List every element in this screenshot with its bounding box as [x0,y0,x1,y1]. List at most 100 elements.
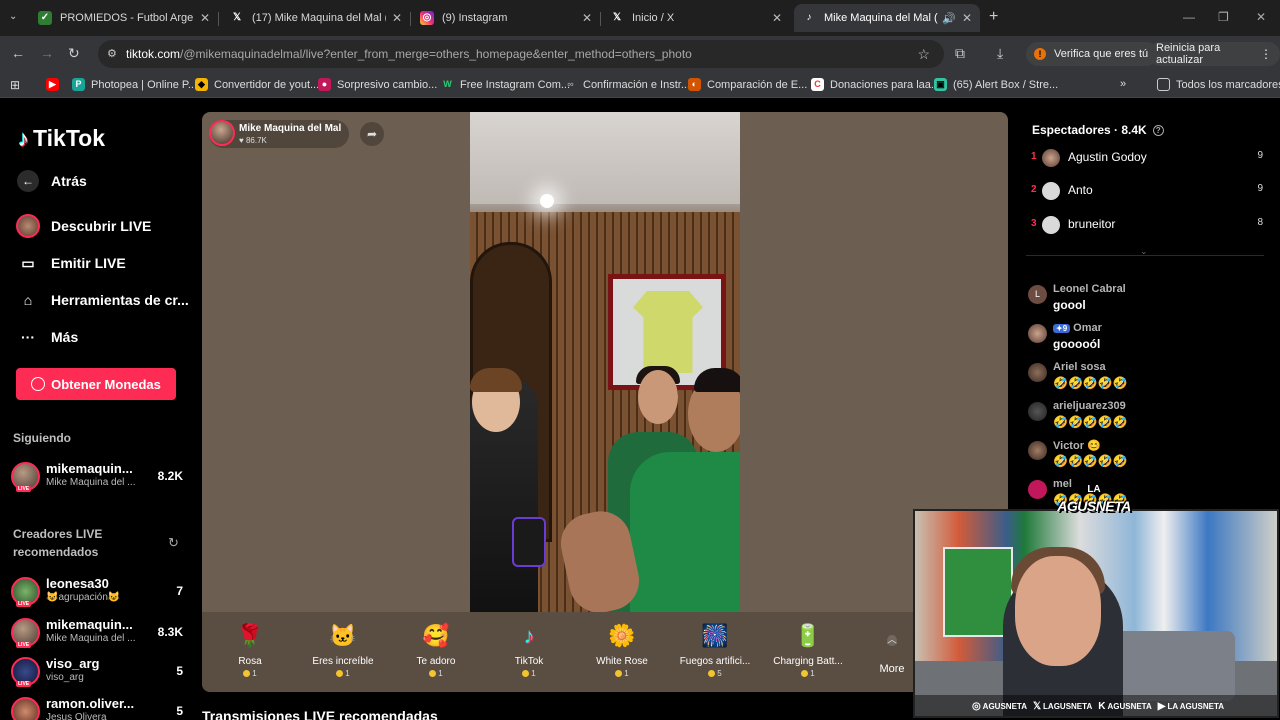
apps-grid-icon[interactable]: ⊞ [10,78,20,92]
top-viewer[interactable]: 2 Anto 9 [1031,180,1263,202]
nav-go-live[interactable]: ▭ Emitir LIVE [16,251,126,275]
nav-label: Herramientas de cr... [51,292,189,308]
close-icon[interactable]: ✕ [772,11,782,25]
bookmark-comparacion[interactable]: ◐ Comparación de E... [688,78,807,91]
top-viewer[interactable]: 1 Agustin Godoy 9 [1031,147,1263,169]
forward-icon[interactable]: → [40,45,54,61]
bookmark-donaciones[interactable]: C Donaciones para laa... [811,78,940,91]
chat-user[interactable]: arieljuarez309 [1053,400,1126,412]
recommended-item[interactable]: LIVE mikemaquin... Mike Maquina del ... … [11,616,183,650]
recommended-item[interactable]: LIVE ramon.oliver... Jesus Olivera 5 [11,695,183,720]
gift-white-rose[interactable]: 🌼 White Rose 1 [579,620,665,678]
chat-text: gooooól [1053,337,1101,351]
more-gifts-button[interactable]: ︿ More [874,630,910,675]
recommended-streams-heading: Transmisiones LIVE recomendadas [202,708,438,720]
new-tab-button[interactable]: + [989,8,998,26]
reload-icon[interactable]: ↻ [68,45,80,62]
restore-icon[interactable]: ❐ [1218,10,1229,24]
gift-eres-increible[interactable]: 🐱 Eres increíble 1 [300,620,386,678]
kick-icon: K AGUSNETA [1098,700,1152,712]
recommended-item[interactable]: LIVE viso_arg viso_arg 5 [11,655,183,689]
top-viewer[interactable]: 3 bruneitor 8 [1031,214,1263,236]
creator-name: leonesa30 [46,576,109,591]
bookmark-label: Todos los marcadores [1176,78,1280,91]
gift-cost: 1 [579,669,665,678]
close-icon[interactable]: ✕ [582,11,592,25]
close-icon[interactable]: ✕ [392,11,402,25]
instagram-icon: ◎ [420,11,434,25]
tab-x-mike[interactable]: 𝕏 (17) Mike Maquina del Mal (@m ✕ [222,4,410,32]
tab-title: (17) Mike Maquina del Mal (@m [252,12,386,24]
nav-creator-tools[interactable]: ⌂ Herramientas de cr... [16,288,189,312]
refresh-icon[interactable]: ↻ [168,535,179,551]
creator-sub: Mike Maquina del ... [46,633,136,644]
viewer-score: 9 [1257,183,1263,194]
tab-promiedos[interactable]: ✓ PROMIEDOS - Futbol Argentino ✕ [30,4,218,32]
nav-more[interactable]: ··· Más [16,325,78,349]
tab-instagram[interactable]: ◎ (9) Instagram ✕ [412,4,600,32]
live-video[interactable] [470,112,740,612]
gift-cost: 1 [393,669,479,678]
tiktok-logo-icon: ♪ [18,125,29,151]
back-arrow-icon: ← [16,169,40,193]
recommended-item[interactable]: LIVE leonesa30 😺agrupación😺 7 [11,575,183,609]
viewers-header[interactable]: Espectadores · 8.4K ? [1032,123,1164,137]
chat-user[interactable]: Victor 😊 [1053,439,1101,452]
close-window-icon[interactable]: ✕ [1256,10,1266,24]
avatar [1028,441,1047,460]
tab-tiktok-live[interactable]: ♪ Mike Maquina del Mal (@m 🔊 ✕ [794,4,980,32]
speaker-icon[interactable]: 🔊 [942,12,956,25]
gift-te-adoro[interactable]: 🥰 Te adoro 1 [393,620,479,678]
verify-button[interactable]: ! Verifica que eres tú [1026,42,1159,66]
minimize-icon[interactable]: — [1183,10,1195,24]
bookmark-youtube[interactable]: ▶ [46,78,65,91]
close-icon[interactable]: ✕ [200,11,210,25]
get-coins-button[interactable]: Obtener Monedas [16,368,176,400]
download-icon[interactable]: ⤓ [997,45,1003,62]
bookmark-confirmacion[interactable]: ∞ Confirmación e Instr... [564,78,690,91]
nav-label: Emitir LIVE [51,255,126,271]
chat-user[interactable]: Ariel sosa [1053,361,1106,373]
gift-fuegos[interactable]: 🎆 Fuegos artifici... 5 [672,620,758,678]
creator-sub: 😺agrupación😺 [46,592,121,603]
extensions-icon[interactable]: ⧉ [955,45,965,62]
nav-back[interactable]: ← Atrás [16,169,87,193]
tab-search-button[interactable]: ⌄ [9,11,17,22]
chat-text: 🤣🤣🤣🤣🤣 [1053,376,1128,390]
link-icon: ∞ [567,79,574,89]
gift-tiktok[interactable]: ♪ TikTok 1 [486,620,572,678]
chat-user[interactable]: ✦9 Omar [1053,322,1102,334]
all-bookmarks[interactable]: Todos los marcadores [1157,78,1280,91]
viewer-name: Agustin Godoy [1068,150,1147,164]
tab-x-home[interactable]: 𝕏 Inicio / X ✕ [602,4,790,32]
chat-user[interactable]: Leonel Cabral [1053,283,1126,295]
host-info[interactable]: Mike Maquina del Mal ♥ 86.7K [209,120,349,148]
back-icon[interactable]: ← [11,45,25,61]
menu-dots-icon[interactable]: ⋮ [1260,47,1272,61]
bookmark-photopea[interactable]: P Photopea | Online P... [72,78,197,91]
bookmark-label: Convertidor de yout... [214,78,320,91]
x-icon: 𝕏 [612,12,622,23]
address-bar[interactable]: ⚙ tiktok.com/@mikemaquinadelmal/live?ent… [98,40,944,68]
bookmark-news[interactable]: ● Sorpresivo cambio... [318,78,437,91]
more-bookmarks-icon[interactable]: » [1120,78,1126,90]
gift-charging-battery[interactable]: 🔋 Charging Batt... 1 [765,620,851,678]
chat-text: 🤣🤣🤣🤣🤣 [1053,415,1128,429]
nav-discover-live[interactable]: Descubrir LIVE [16,214,151,238]
info-icon[interactable]: ? [1152,124,1164,136]
close-icon[interactable]: ✕ [962,11,972,25]
site-info-icon[interactable]: ⚙ [107,47,117,60]
bookmark-star-icon[interactable]: ☆ [917,46,930,63]
share-icon[interactable]: ➦ [360,122,384,146]
gift-rosa[interactable]: 🌹 Rosa 1 [207,620,293,678]
restart-update-button[interactable]: Reinicia para actualizar ⋮ [1148,42,1280,66]
news-icon: ● [318,78,331,91]
bookmark-converter[interactable]: ◆ Convertidor de yout... [195,78,319,91]
bookmark-instagram-com[interactable]: W Free Instagram Com... [441,78,570,91]
x-icon: 𝕏 [232,12,242,23]
avatar [1028,363,1047,382]
bookmark-alertbox[interactable]: ▣ (65) Alert Box / Stre... [934,78,1058,91]
heart-hands-icon: 🥰 [422,623,450,648]
tiktok-logo[interactable]: ♪ TikTok [18,125,105,152]
following-item[interactable]: LIVE mikemaquin... Mike Maquina del ... … [11,460,183,494]
